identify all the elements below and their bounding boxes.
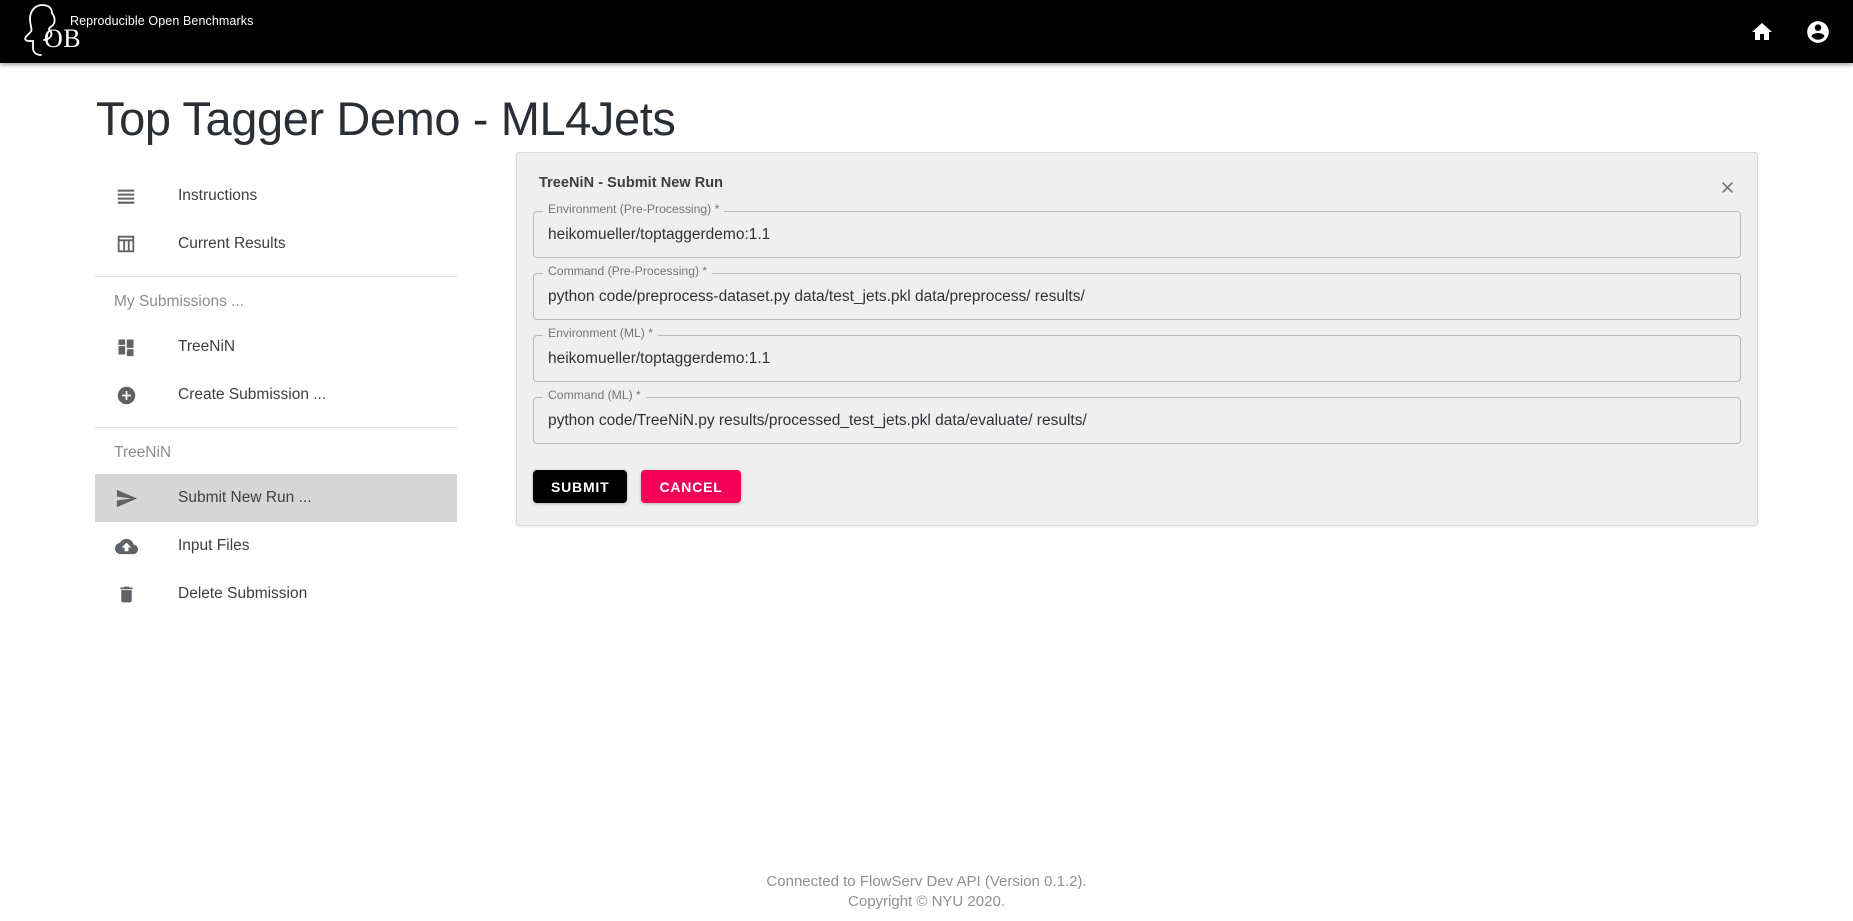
- table-icon: [114, 232, 138, 256]
- field-environment-preprocessing: Environment (Pre-Processing) *: [533, 203, 1741, 258]
- field-label: Command (Pre-Processing) *: [543, 265, 713, 277]
- field-label: Environment (ML) *: [543, 327, 658, 339]
- field-box[interactable]: [533, 335, 1741, 382]
- sidebar-divider: [95, 276, 457, 277]
- field-label: Command (ML) *: [543, 389, 646, 401]
- sidebar-item-create-submission[interactable]: Create Submission ...: [95, 371, 457, 419]
- delete-trash-icon: [114, 582, 138, 606]
- sidebar-item-label: Current Results: [178, 235, 286, 252]
- sidebar-item-label: Input Files: [178, 537, 250, 554]
- sidebar-item-label: Instructions: [178, 187, 258, 204]
- sidebar-item-current-results[interactable]: Current Results: [95, 220, 457, 268]
- brand-logo-group[interactable]: Reproducible Open Benchmarks OB: [22, 0, 253, 63]
- sidebar-subheader-my-submissions: My Submissions ...: [114, 293, 245, 310]
- sidebar-item-label: Delete Submission: [178, 585, 308, 602]
- sidebar-divider: [95, 427, 457, 428]
- sidebar-item-label: TreeNiN: [178, 338, 236, 355]
- sidebar-subheader-active-submission: TreeNiN: [114, 444, 172, 461]
- footer-copyright: Copyright © NYU 2020.: [848, 893, 1005, 910]
- sidebar-item-treenin[interactable]: TreeNiN: [95, 323, 457, 371]
- environment-ml-input[interactable]: [548, 349, 1726, 368]
- dashboard-icon: [114, 335, 138, 359]
- sidebar: Instructions Current Results My Submissi…: [95, 172, 457, 618]
- panel-body: Environment (Pre-Processing) * Command (…: [517, 203, 1757, 503]
- command-ml-input[interactable]: [548, 411, 1726, 430]
- field-box[interactable]: [533, 397, 1741, 444]
- field-label: Environment (Pre-Processing) *: [543, 203, 725, 215]
- sidebar-item-delete-submission[interactable]: Delete Submission: [95, 570, 457, 618]
- sidebar-item-input-files[interactable]: Input Files: [95, 522, 457, 570]
- panel-header: TreeNiN - Submit New Run: [517, 153, 1757, 207]
- panel-title: TreeNiN - Submit New Run: [539, 175, 724, 191]
- field-box[interactable]: [533, 273, 1741, 320]
- appbar-actions: [1747, 0, 1833, 63]
- cancel-button[interactable]: CANCEL: [641, 470, 741, 503]
- submit-button[interactable]: SUBMIT: [533, 470, 628, 503]
- send-icon: [114, 486, 138, 510]
- field-box[interactable]: [533, 211, 1741, 258]
- sidebar-item-instructions[interactable]: Instructions: [95, 172, 457, 220]
- environment-preprocessing-input[interactable]: [548, 225, 1726, 244]
- field-command-preprocessing: Command (Pre-Processing) *: [533, 265, 1741, 320]
- close-x-icon[interactable]: [1711, 171, 1743, 203]
- brand-title: Reproducible Open Benchmarks: [70, 14, 254, 28]
- footer: Connected to FlowServ Dev API (Version 0…: [0, 872, 1853, 912]
- page-title: Top Tagger Demo - ML4Jets: [96, 92, 676, 145]
- command-preprocessing-input[interactable]: [548, 287, 1726, 306]
- brand-mark: OB: [44, 24, 82, 53]
- sidebar-item-submit-new-run[interactable]: Submit New Run ...: [95, 474, 457, 522]
- top-app-bar: Reproducible Open Benchmarks OB: [0, 0, 1853, 63]
- home-icon[interactable]: [1747, 17, 1777, 47]
- panel-actions: SUBMIT CANCEL: [533, 459, 1741, 503]
- field-environment-ml: Environment (ML) *: [533, 327, 1741, 382]
- account-circle-icon[interactable]: [1803, 17, 1833, 47]
- sidebar-item-label: Submit New Run ...: [178, 489, 312, 506]
- list-icon: [114, 184, 138, 208]
- submit-new-run-panel: TreeNiN - Submit New Run Environment (Pr…: [516, 152, 1758, 526]
- footer-api-status: Connected to FlowServ Dev API (Version 0…: [766, 873, 1087, 890]
- add-circle-icon: [114, 383, 138, 407]
- sidebar-item-label: Create Submission ...: [178, 386, 327, 403]
- cloud-upload-icon: [114, 534, 138, 558]
- field-command-ml: Command (ML) *: [533, 389, 1741, 444]
